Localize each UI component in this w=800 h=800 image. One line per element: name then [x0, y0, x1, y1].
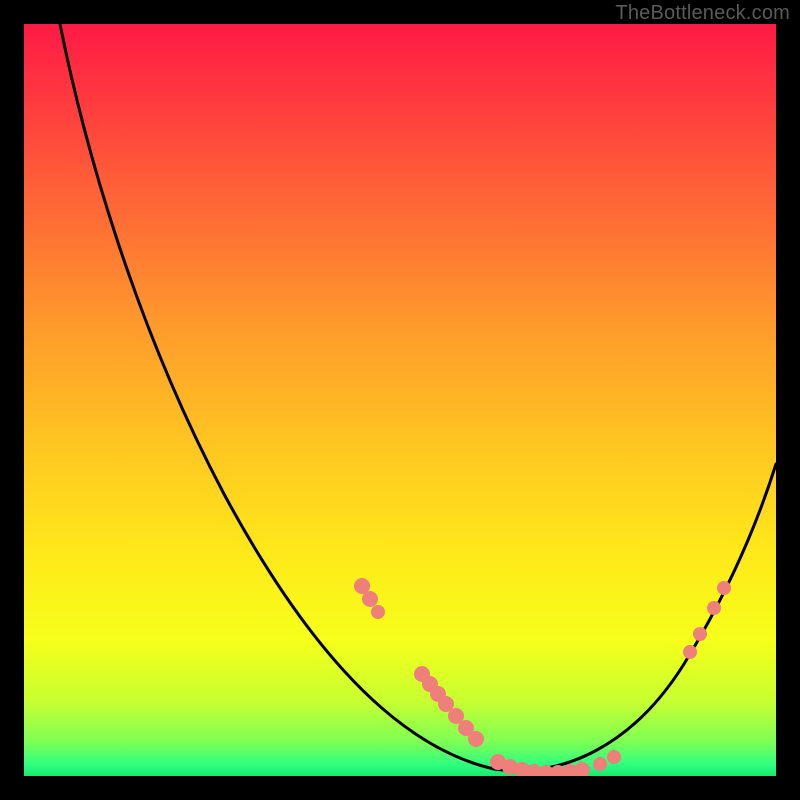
data-point-marker	[683, 645, 697, 659]
plot-area	[24, 24, 776, 776]
data-point-marker	[607, 750, 621, 764]
data-point-marker	[574, 762, 590, 776]
chart-svg	[24, 24, 776, 776]
bottleneck-curve	[60, 24, 776, 771]
data-point-marker	[707, 601, 721, 615]
data-point-marker	[717, 581, 731, 595]
data-point-marker	[593, 757, 607, 771]
watermark-text: TheBottleneck.com	[615, 2, 790, 25]
data-point-marker	[362, 591, 378, 607]
data-point-marker	[693, 627, 707, 641]
data-point-marker	[468, 731, 484, 747]
chart-stage: TheBottleneck.com	[0, 0, 800, 800]
data-point-marker	[371, 605, 385, 619]
